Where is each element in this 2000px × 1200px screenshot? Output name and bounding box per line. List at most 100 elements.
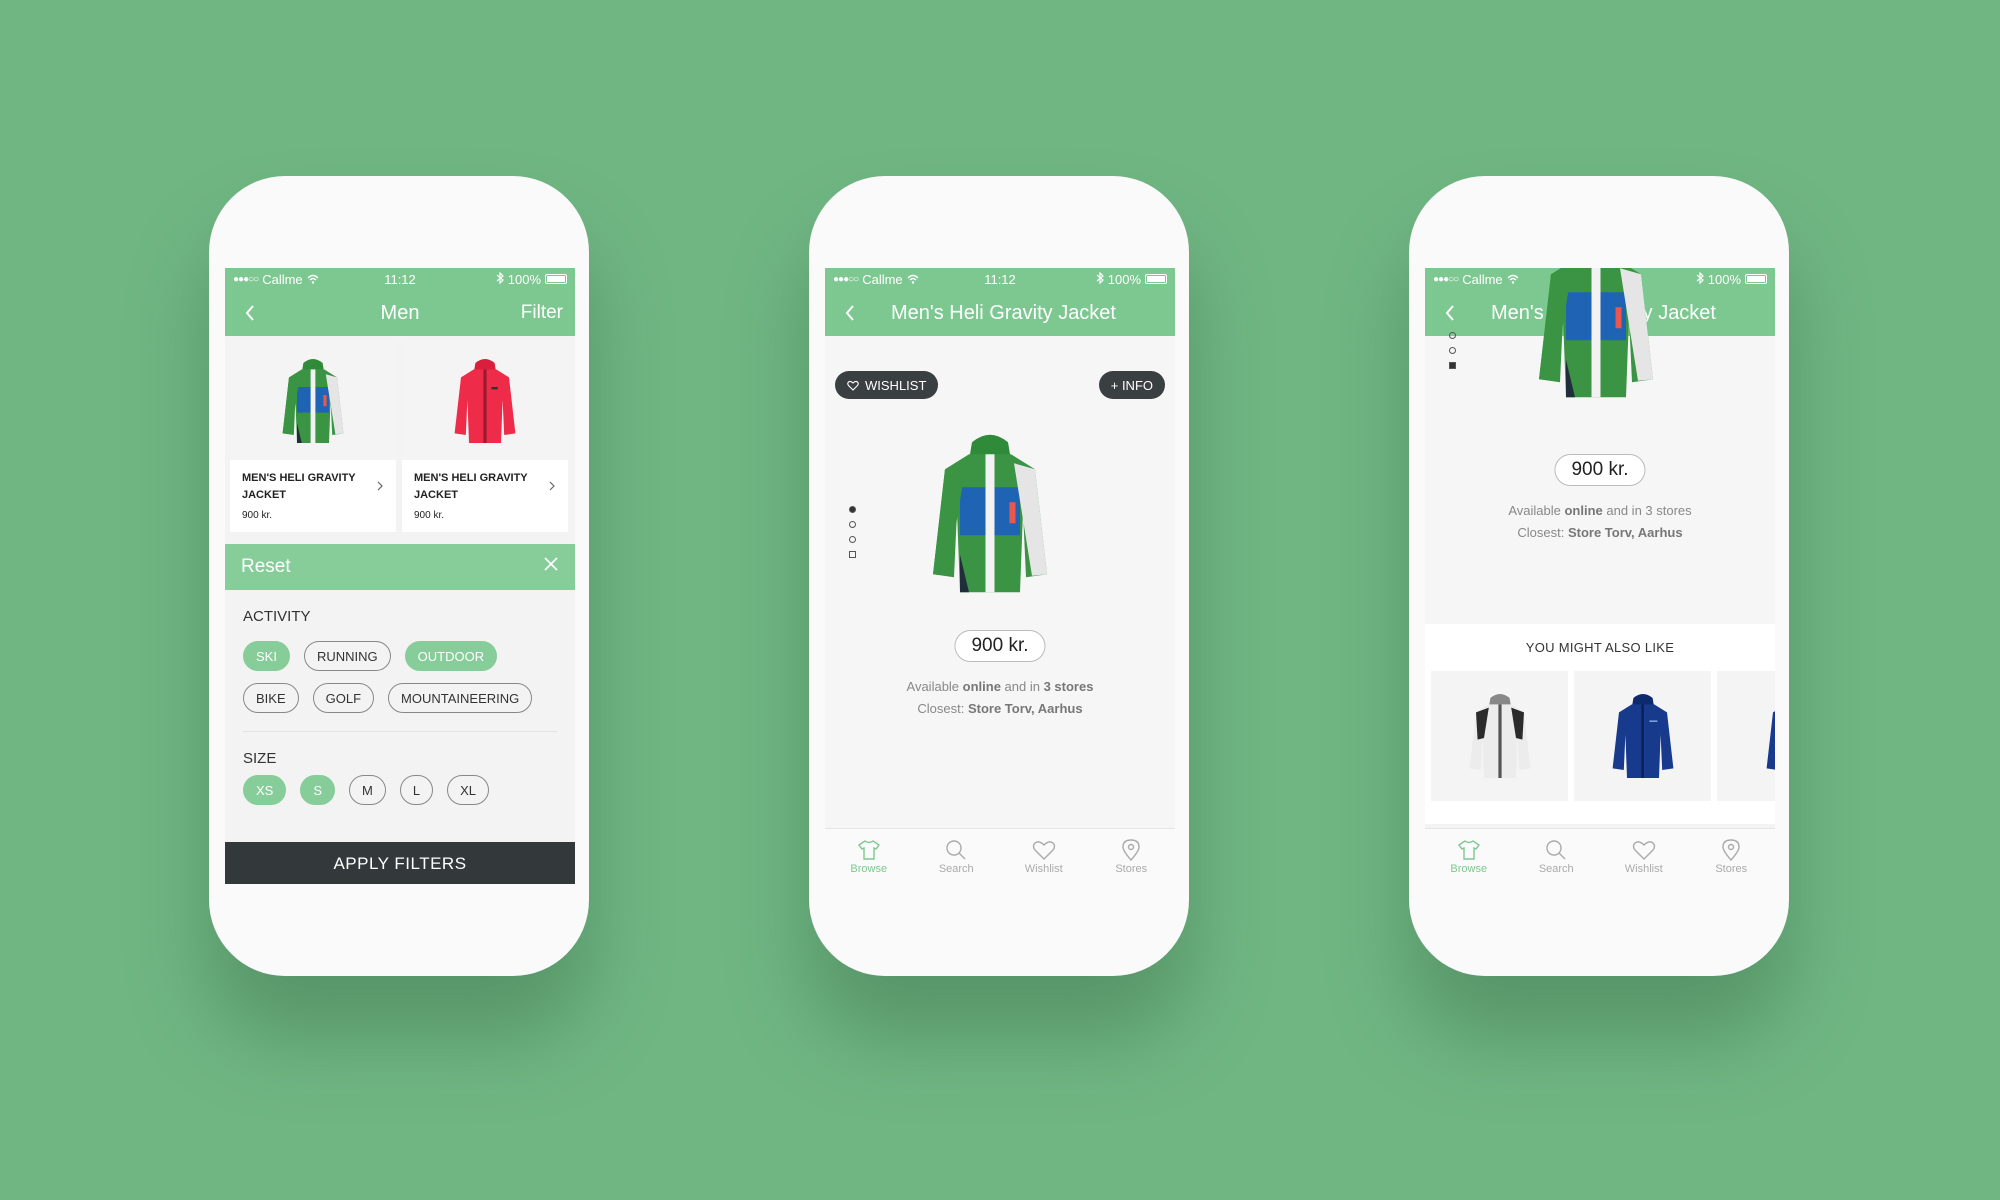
status-bar: ●●●○○ Callme 11:12 100% [825, 268, 1175, 290]
product-price: 900 kr. [242, 510, 273, 521]
avail-rest: and in 3 stores [1602, 503, 1692, 518]
filter-panel: Reset ACTIVITY SKI RUNNING OUTDOOR BIKE … [225, 544, 575, 884]
activity-chips: SKI RUNNING OUTDOOR BIKE GOLF MOUNTAINEE… [243, 641, 557, 713]
battery-percent: 100% [1107, 271, 1141, 287]
activity-chip-golf[interactable]: GOLF [312, 683, 375, 713]
location-pin-icon [1122, 838, 1140, 861]
wishlist-button[interactable]: WISHLIST [835, 371, 939, 399]
apply-filters-button[interactable]: APPLY FILTERS [225, 842, 575, 884]
closest-line: Closest: Store Torv, Aarhus [825, 698, 1175, 720]
availability-line: Available online and in 3 stores [825, 676, 1175, 698]
phone-mockup-detail: ●●●○○ Callme 11:12 100% Men's Heli Gravi… [809, 176, 1189, 976]
heart-icon [1632, 840, 1655, 860]
tab-stores[interactable]: Stores [1088, 829, 1176, 884]
image-pager[interactable] [1449, 332, 1456, 369]
tab-stores[interactable]: Stores [1688, 829, 1776, 884]
battery-icon [1745, 274, 1767, 284]
heart-icon [847, 380, 859, 391]
recommendation-card[interactable] [1717, 671, 1775, 801]
tab-browse[interactable]: Browse [1425, 829, 1513, 884]
tab-label: Stores [1715, 862, 1748, 875]
size-chips: XS S M L XL [243, 775, 557, 805]
size-section: SIZE XS S M L XL [225, 732, 575, 805]
product-name: MEN'S HELI GRAVITY JACKET [242, 472, 356, 501]
recommendation-card[interactable] [1574, 671, 1711, 801]
search-icon [946, 839, 966, 859]
avail-online: online [962, 679, 1001, 694]
pager-dot[interactable] [1449, 347, 1456, 354]
filter-button[interactable]: Filter [521, 302, 563, 324]
activity-chip-ski[interactable]: SKI [243, 641, 290, 671]
wifi-icon [907, 272, 919, 287]
tab-label: Wishlist [1624, 862, 1663, 875]
tab-wishlist[interactable]: Wishlist [1000, 829, 1088, 884]
location-pin-icon [1722, 838, 1740, 861]
wishlist-label: WISHLIST [865, 377, 927, 393]
product-card[interactable]: MEN'S HELI GRAVITY JACKET 900 kr. [402, 342, 568, 532]
avail-online: online [1564, 503, 1603, 518]
back-button[interactable] [237, 300, 263, 326]
tab-label: Stores [1115, 862, 1148, 875]
price-tag: 900 kr. [954, 630, 1046, 662]
closest-store[interactable]: Store Torv, Aarhus [968, 701, 1083, 716]
product-grid: MEN'S HELI GRAVITY JACKET 900 kr. MEN'S … [225, 336, 575, 532]
activity-chip-running[interactable]: RUNNING [303, 641, 391, 671]
pager-dot[interactable] [849, 551, 856, 558]
avail-stores[interactable]: 3 stores [1044, 679, 1094, 694]
info-button[interactable]: + INFO [1098, 371, 1165, 399]
activity-chip-mountaineering[interactable]: MOUNTAINEERING [388, 683, 533, 713]
product-image [1521, 268, 1671, 411]
screen: ●●●○○ Callme 11:12 100% Men's Heli Gravi… [1425, 268, 1775, 884]
activity-chip-outdoor[interactable]: OUTDOOR [404, 641, 498, 671]
shirt-icon [857, 839, 880, 860]
chevron-right-icon [549, 481, 555, 491]
pager-dot[interactable] [849, 521, 856, 528]
status-right: 100% [1096, 271, 1167, 287]
pager-dot[interactable] [849, 506, 856, 513]
carrier-name: Callme [262, 271, 303, 287]
recommendations-row[interactable] [1425, 655, 1775, 801]
size-chip-s[interactable]: S [300, 775, 336, 805]
back-button[interactable] [837, 300, 863, 326]
pager-dot[interactable] [849, 536, 856, 543]
product-card[interactable]: MEN'S HELI GRAVITY JACKET 900 kr. [230, 342, 396, 532]
size-chip-xs[interactable]: XS [243, 775, 287, 805]
nav-bar: Men Filter [225, 290, 575, 336]
reset-button[interactable]: Reset [241, 556, 291, 578]
filter-header: Reset [225, 544, 575, 590]
product-price: 900 kr. [414, 510, 445, 521]
tab-wishlist[interactable]: Wishlist [1600, 829, 1688, 884]
carrier: ●●●○○ Callme [233, 272, 319, 287]
size-chip-xl[interactable]: XL [447, 775, 489, 805]
recommendations: YOU MIGHT ALSO LIKE [1425, 624, 1775, 824]
closest-store[interactable]: Store Torv, Aarhus [1568, 525, 1683, 540]
close-icon[interactable] [543, 556, 559, 578]
activity-chip-bike[interactable]: BIKE [243, 683, 299, 713]
pager-dot[interactable] [1449, 332, 1456, 339]
tab-browse[interactable]: Browse [825, 829, 913, 884]
carrier: ●●●○○ Callme [833, 272, 919, 287]
bluetooth-icon [1096, 271, 1104, 287]
tab-search[interactable]: Search [913, 829, 1001, 884]
availability-line: Available online and in 3 stores [1425, 500, 1775, 522]
tab-search[interactable]: Search [1513, 829, 1601, 884]
product-name-row: MEN'S HELI GRAVITY JACKET [230, 460, 396, 504]
status-right: 100% [496, 271, 567, 287]
phone-mockup-detail-scrolled: ●●●○○ Callme 11:12 100% Men's Heli Gravi… [1409, 176, 1789, 976]
recommendation-card[interactable] [1431, 671, 1568, 801]
image-pager[interactable] [849, 506, 856, 558]
availability-text: Available online and in 3 stores Closest… [825, 676, 1175, 720]
chevron-left-icon [845, 305, 854, 321]
pager-dot[interactable] [1449, 362, 1456, 369]
back-button[interactable] [1437, 300, 1463, 326]
size-title: SIZE [243, 750, 277, 767]
avail-prefix: Available [1508, 503, 1565, 518]
tab-label: Browse [1450, 862, 1488, 875]
closest-prefix: Closest: [1517, 525, 1568, 540]
page-title: Men's Heli Gravity Jacket [891, 301, 1116, 324]
tab-label: Search [938, 862, 974, 875]
size-chip-m[interactable]: M [349, 775, 386, 805]
heart-icon [1032, 840, 1055, 860]
size-chip-l[interactable]: L [399, 775, 434, 805]
shirt-icon [1457, 839, 1480, 860]
